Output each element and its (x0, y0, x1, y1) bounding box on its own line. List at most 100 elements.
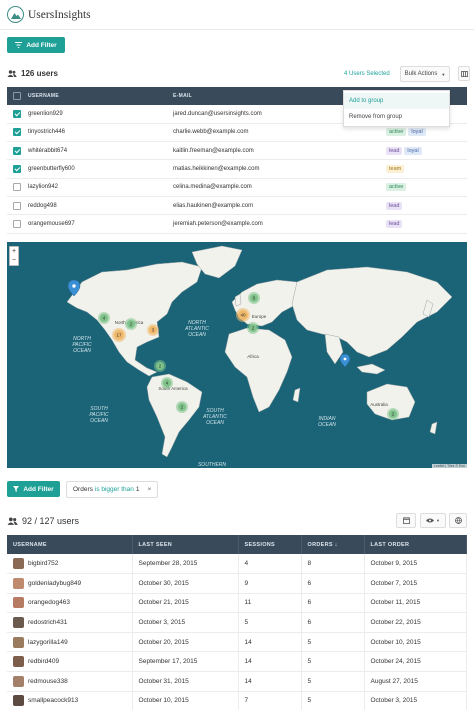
username-cell[interactable]: goldenladybug849 (7, 573, 133, 594)
sessions-cell: 14 (238, 651, 302, 673)
orders-cell: 6 (301, 593, 365, 614)
date-range-button[interactable] (396, 513, 416, 528)
cluster-marker[interactable]: 2 (176, 401, 188, 413)
username-cell[interactable]: redostrich431 (7, 612, 133, 633)
row-checkbox[interactable] (13, 165, 21, 174)
cluster-marker[interactable]: 6 (248, 292, 260, 304)
select-all-cell[interactable] (7, 87, 23, 105)
username-text[interactable]: lazygorilla149 (28, 639, 68, 646)
username-cell[interactable]: bigbird752 (7, 554, 133, 575)
tag-badge[interactable]: loyal (408, 128, 426, 137)
add-filter-button-2[interactable]: Add Filter (7, 481, 60, 497)
row-checkbox[interactable] (13, 128, 21, 137)
username-cell[interactable]: tinyostrich446 (23, 123, 173, 143)
username-cell[interactable]: redmouse338 (7, 671, 133, 692)
username-cell[interactable]: greenlion929 (23, 105, 173, 124)
table-row[interactable]: orangemouse697 jeremiah.peterson@example.… (7, 214, 467, 234)
username-text[interactable]: smallpeacock913 (28, 698, 78, 705)
col-sessions[interactable]: SESSIONS (238, 535, 302, 554)
row-select-cell[interactable] (7, 214, 23, 234)
col-last-order[interactable]: LAST ORDER (364, 535, 467, 554)
last-seen-cell: October 31, 2015 (132, 671, 239, 692)
cluster-marker[interactable]: 4 (161, 377, 173, 389)
row-select-cell[interactable] (7, 105, 23, 124)
username-cell[interactable]: greenbutterfly600 (23, 159, 173, 179)
tag-badge[interactable]: team (386, 165, 405, 174)
cluster-marker[interactable]: 3 (147, 324, 159, 336)
tag-badge[interactable]: lead (386, 146, 403, 155)
globe-button[interactable] (449, 513, 467, 528)
tag-badge[interactable]: active (386, 128, 407, 137)
col-username[interactable]: USERNAME (7, 535, 133, 554)
row-select-cell[interactable] (7, 196, 23, 216)
zoom-in-button[interactable]: + (12, 248, 16, 255)
users-count-2: 92 / 127 users (7, 516, 79, 526)
username-cell[interactable]: redbird409 (7, 651, 133, 673)
username-cell[interactable]: orangemouse697 (23, 214, 173, 234)
username-cell[interactable]: lazygorilla149 (7, 632, 133, 653)
table-row[interactable]: redbird409 September 17, 2015 14 5 October 2… (7, 651, 467, 673)
username-text[interactable]: redostrich431 (28, 619, 67, 626)
username-cell[interactable]: smallpeacock913 (7, 691, 133, 710)
table-row[interactable]: goldenladybug849 October 30, 2015 9 6 Octobe… (7, 573, 467, 594)
row-checkbox[interactable] (13, 219, 21, 228)
username-text[interactable]: redmouse338 (28, 678, 68, 685)
row-select-cell[interactable] (7, 123, 23, 143)
cluster-marker[interactable]: 40 (236, 308, 250, 322)
tag-badge[interactable]: active (386, 183, 407, 192)
username-cell[interactable]: lazylion942 (23, 178, 173, 197)
tag-badge[interactable]: lead (386, 219, 403, 228)
tag-badge[interactable]: loyal (404, 146, 422, 155)
filter-chip-orders[interactable]: Orders is bigger than 1 × (66, 481, 159, 498)
username-text[interactable]: orangedog463 (28, 600, 70, 607)
col-last-seen[interactable]: LAST SEEN (132, 535, 239, 554)
cluster-marker[interactable]: 2 (125, 318, 137, 330)
row-select-cell[interactable] (7, 141, 23, 161)
username-text[interactable]: redbird409 (28, 658, 59, 665)
table-row[interactable]: lazygorilla149 October 20, 2015 14 5 October… (7, 632, 467, 653)
username-cell[interactable]: orangedog463 (7, 593, 133, 614)
row-select-cell[interactable] (7, 178, 23, 197)
map-pin-icon[interactable] (339, 353, 351, 368)
table-row[interactable]: bigbird752 September 28, 2015 4 8 October 9,… (7, 554, 467, 575)
avatar (13, 577, 24, 589)
menu-item-add-to-group[interactable]: Add to group (344, 93, 449, 109)
col-orders[interactable]: ORDERS ↓ (301, 535, 365, 554)
username-cell[interactable]: reddog498 (23, 196, 173, 216)
users-map[interactable]: NORTH PACIFIC OCEAN NORTH ATLANTIC OCEAN SOU… (7, 242, 467, 468)
select-all-checkbox[interactable] (13, 92, 21, 100)
column-settings-button[interactable] (458, 66, 470, 81)
table-row[interactable]: lazylion942 celina.medina@example.com acti… (7, 178, 467, 197)
table-row[interactable]: redostrich431 October 3, 2015 5 6 October 22… (7, 612, 467, 633)
row-checkbox[interactable] (13, 201, 21, 210)
visibility-button[interactable]: ▼ (420, 513, 446, 528)
table-row[interactable]: greenbutterfly600 matias.heikkinen@exampl… (7, 159, 467, 179)
table-row[interactable]: orangedog463 October 21, 2015 11 6 October 1… (7, 593, 467, 614)
username-text[interactable]: bigbird752 (28, 560, 58, 567)
row-select-cell[interactable] (7, 159, 23, 179)
row-checkbox[interactable] (13, 146, 21, 155)
cluster-marker[interactable]: 2 (387, 408, 399, 420)
map-attribution[interactable]: Leaflet | Tiles © Esri (431, 464, 467, 468)
bulk-actions-button[interactable]: Bulk Actions ▼ (400, 66, 450, 82)
add-filter-button[interactable]: Add Filter (7, 37, 65, 53)
cluster-marker[interactable]: 2 (247, 322, 259, 334)
menu-item-remove-from-group[interactable]: Remove from group (344, 109, 449, 125)
col-username[interactable]: USERNAME (23, 87, 173, 105)
cluster-marker[interactable]: 2 (154, 360, 166, 372)
app-header: UsersInsights (0, 0, 474, 30)
username-cell[interactable]: whitérabbit674 (23, 141, 173, 161)
tags-cell: lead (386, 196, 467, 216)
row-checkbox[interactable] (13, 109, 21, 118)
table-row[interactable]: smallpeacock913 October 10, 2015 7 5 October… (7, 691, 467, 710)
cluster-marker[interactable]: 4 (98, 312, 110, 324)
username-text[interactable]: goldenladybug849 (28, 580, 81, 587)
table-row[interactable]: redmouse338 October 31, 2015 14 5 August 27,… (7, 671, 467, 692)
tag-badge[interactable]: lead (386, 201, 403, 210)
chip-remove-icon[interactable]: × (148, 486, 152, 493)
table-row[interactable]: reddog498 elias.haukinen@example.com lead (7, 196, 467, 216)
table-row[interactable]: whitérabbit674 kaitlin.freeman@example.co… (7, 141, 467, 161)
cluster-marker[interactable]: 17 (112, 328, 126, 342)
zoom-out-button[interactable]: − (12, 257, 16, 264)
row-checkbox[interactable] (13, 183, 21, 192)
